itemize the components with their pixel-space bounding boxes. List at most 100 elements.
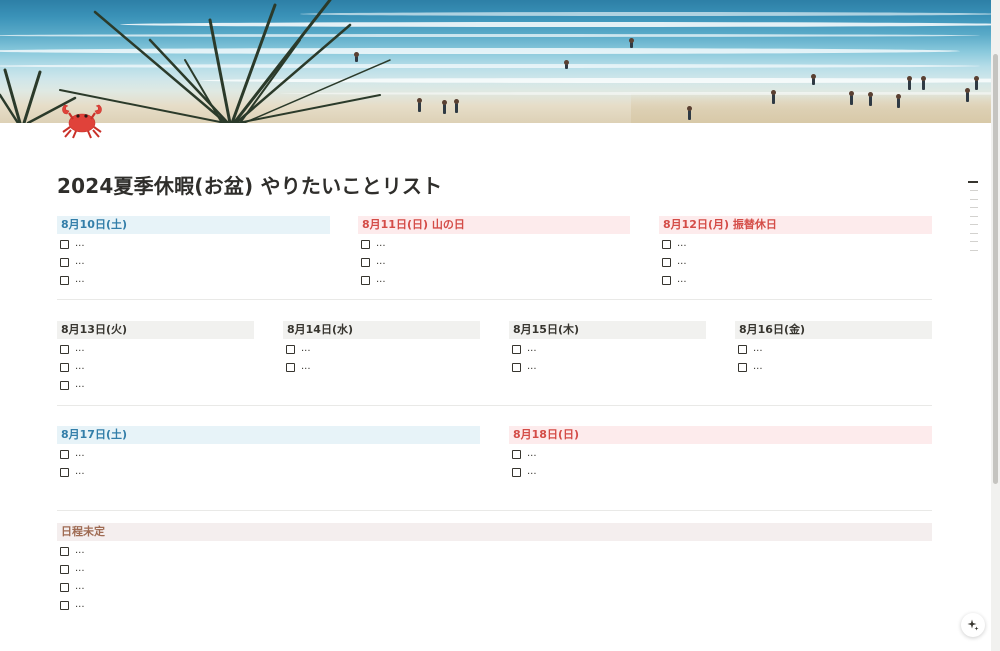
checkbox[interactable]: [286, 362, 295, 372]
todo-item[interactable]: ...: [509, 463, 932, 481]
outline-line[interactable]: [970, 224, 978, 225]
todo-text[interactable]: ...: [376, 239, 386, 249]
todo-item[interactable]: ...: [283, 358, 480, 376]
outline-line[interactable]: [970, 232, 978, 234]
checkbox[interactable]: [738, 362, 747, 372]
checkbox[interactable]: [361, 239, 370, 249]
todo-text[interactable]: ...: [677, 275, 687, 285]
day-heading[interactable]: 8月11日(日) 山の日: [358, 216, 630, 234]
outline-line[interactable]: [970, 249, 978, 251]
day-heading[interactable]: 8月10日(土): [57, 216, 330, 234]
todo-text[interactable]: ...: [301, 362, 311, 372]
todo-text[interactable]: ...: [527, 467, 537, 477]
todo-item[interactable]: ...: [57, 253, 330, 271]
checkbox[interactable]: [286, 344, 295, 354]
crab-icon[interactable]: [59, 99, 105, 141]
todo-text[interactable]: ...: [753, 344, 763, 354]
todo-text[interactable]: ...: [75, 257, 85, 267]
outline-line[interactable]: [970, 241, 978, 242]
checkbox[interactable]: [662, 275, 671, 285]
checkbox[interactable]: [512, 449, 521, 459]
checkbox[interactable]: [738, 344, 747, 354]
outline-line[interactable]: [970, 215, 978, 217]
todo-text[interactable]: ...: [75, 380, 85, 390]
todo-item[interactable]: ...: [57, 358, 254, 376]
checkbox[interactable]: [60, 546, 69, 556]
todo-text[interactable]: ...: [753, 362, 763, 372]
todo-text[interactable]: ...: [527, 449, 537, 459]
checkbox[interactable]: [60, 239, 69, 249]
checkbox[interactable]: [361, 257, 370, 267]
day-heading[interactable]: 8月14日(水): [283, 321, 480, 339]
todo-item[interactable]: ...: [509, 358, 706, 376]
todo-item[interactable]: ...: [57, 560, 932, 578]
todo-item[interactable]: ...: [57, 578, 932, 596]
todo-text[interactable]: ...: [75, 600, 85, 610]
checkbox[interactable]: [60, 449, 69, 459]
todo-item[interactable]: ...: [735, 340, 932, 358]
scrollbar-thumb[interactable]: [993, 54, 998, 484]
checkbox[interactable]: [361, 275, 370, 285]
checkbox[interactable]: [662, 239, 671, 249]
ai-assistant-button[interactable]: [961, 613, 985, 637]
todo-item[interactable]: ...: [659, 271, 932, 289]
todo-item[interactable]: ...: [57, 542, 932, 560]
page-title[interactable]: 2024夏季休暇(お盆) やりたいことリスト: [57, 170, 442, 199]
todo-item[interactable]: ...: [57, 376, 254, 394]
day-heading[interactable]: 日程未定: [57, 523, 932, 541]
day-heading[interactable]: 8月17日(土): [57, 426, 480, 444]
outline-line[interactable]: [970, 190, 978, 191]
todo-item[interactable]: ...: [57, 596, 932, 614]
checkbox[interactable]: [60, 257, 69, 267]
todo-text[interactable]: ...: [75, 546, 85, 556]
todo-text[interactable]: ...: [75, 449, 85, 459]
todo-text[interactable]: ...: [677, 257, 687, 267]
checkbox[interactable]: [60, 380, 69, 390]
checkbox[interactable]: [60, 362, 69, 372]
todo-text[interactable]: ...: [75, 564, 85, 574]
todo-item[interactable]: ...: [509, 340, 706, 358]
cover-image[interactable]: [0, 0, 991, 123]
checkbox[interactable]: [60, 467, 69, 477]
todo-text[interactable]: ...: [376, 275, 386, 285]
todo-text[interactable]: ...: [677, 239, 687, 249]
todo-text[interactable]: ...: [376, 257, 386, 267]
checkbox[interactable]: [60, 582, 69, 592]
checkbox[interactable]: [60, 344, 69, 354]
todo-text[interactable]: ...: [75, 582, 85, 592]
todo-item[interactable]: ...: [57, 463, 480, 481]
todo-text[interactable]: ...: [75, 344, 85, 354]
day-heading[interactable]: 8月15日(木): [509, 321, 706, 339]
outline-line[interactable]: [970, 207, 978, 208]
todo-item[interactable]: ...: [57, 271, 330, 289]
todo-text[interactable]: ...: [75, 362, 85, 372]
day-heading[interactable]: 8月13日(火): [57, 321, 254, 339]
page-outline[interactable]: [968, 181, 980, 258]
todo-item[interactable]: ...: [358, 253, 630, 271]
checkbox[interactable]: [662, 257, 671, 267]
checkbox[interactable]: [512, 467, 521, 477]
checkbox[interactable]: [60, 600, 69, 610]
day-heading[interactable]: 8月18日(日): [509, 426, 932, 444]
todo-text[interactable]: ...: [527, 362, 537, 372]
todo-item[interactable]: ...: [358, 271, 630, 289]
checkbox[interactable]: [512, 362, 521, 372]
todo-item[interactable]: ...: [358, 235, 630, 253]
todo-item[interactable]: ...: [509, 445, 932, 463]
checkbox[interactable]: [60, 275, 69, 285]
todo-item[interactable]: ...: [283, 340, 480, 358]
day-heading[interactable]: 8月16日(金): [735, 321, 932, 339]
checkbox[interactable]: [512, 344, 521, 354]
todo-item[interactable]: ...: [57, 235, 330, 253]
checkbox[interactable]: [60, 564, 69, 574]
todo-item[interactable]: ...: [57, 340, 254, 358]
todo-text[interactable]: ...: [75, 467, 85, 477]
todo-item[interactable]: ...: [57, 445, 480, 463]
todo-text[interactable]: ...: [527, 344, 537, 354]
todo-text[interactable]: ...: [301, 344, 311, 354]
todo-item[interactable]: ...: [659, 235, 932, 253]
todo-item[interactable]: ...: [735, 358, 932, 376]
todo-text[interactable]: ...: [75, 275, 85, 285]
outline-line[interactable]: [968, 181, 978, 183]
todo-item[interactable]: ...: [659, 253, 932, 271]
